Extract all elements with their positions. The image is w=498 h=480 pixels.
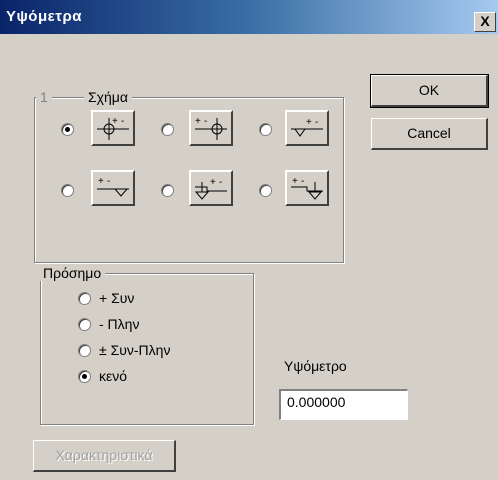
- title-bar: Υψόμετρα X: [0, 0, 498, 34]
- characteristics-label: Χαρακτηριστικά: [55, 447, 153, 463]
- minus-sign: -: [315, 117, 318, 128]
- shape-button-4[interactable]: + -: [91, 170, 135, 206]
- plus-minus-triangle-icon: + -: [97, 176, 129, 197]
- radio-selected-dot: [82, 374, 87, 379]
- sign-group-label: Πρόσημο: [39, 265, 106, 281]
- minus-sign: -: [121, 116, 124, 127]
- shape-radio-1[interactable]: [61, 123, 74, 136]
- ok-button[interactable]: OK: [370, 74, 489, 108]
- window-title: Υψόμετρα: [6, 8, 82, 25]
- cancel-label: Cancel: [407, 125, 451, 141]
- plus-sign: +: [210, 177, 216, 188]
- elevation-input[interactable]: 0.000000: [279, 389, 408, 420]
- sign-radio-empty[interactable]: [78, 370, 91, 383]
- ok-label: OK: [418, 82, 440, 98]
- shape-group-label: Σχήμα: [84, 89, 132, 105]
- elevation-label: Υψόμετρο: [284, 358, 347, 374]
- shape-button-5[interactable]: + -: [189, 170, 233, 206]
- shape-group-number: 1: [36, 89, 52, 105]
- shape-button-1[interactable]: + -: [91, 110, 135, 146]
- minus-sign: -: [107, 176, 110, 187]
- shape-button-3[interactable]: + -: [285, 110, 329, 146]
- step-triangle-right-icon: + -: [291, 176, 323, 200]
- sign-option-empty[interactable]: κενό: [99, 368, 127, 384]
- elevation-value: 0.000000: [287, 394, 346, 410]
- close-button[interactable]: X: [474, 12, 496, 32]
- shape-button-6[interactable]: + -: [285, 170, 329, 206]
- plus-sign: +: [195, 116, 201, 127]
- shape-button-2[interactable]: + -: [189, 110, 233, 146]
- step-triangle-icon: + -: [194, 177, 227, 200]
- sign-radio-plus-minus[interactable]: [78, 344, 91, 357]
- sign-radio-plus[interactable]: [78, 292, 91, 305]
- shape-radio-2[interactable]: [161, 123, 174, 136]
- plus-sign: +: [112, 116, 118, 127]
- radio-selected-dot: [65, 127, 70, 132]
- shape-radio-4[interactable]: [61, 184, 74, 197]
- sign-option-plus[interactable]: + Συν: [99, 290, 134, 306]
- minus-sign: -: [301, 176, 304, 187]
- plus-sign: +: [98, 176, 104, 187]
- crosshair-plus-minus-icon: + -: [97, 116, 129, 140]
- minus-sign: -: [219, 177, 222, 188]
- plus-minus-crosshair-icon: + -: [195, 116, 227, 140]
- close-icon: X: [480, 13, 490, 29]
- sign-option-plus-minus[interactable]: ± Συν-Πλην: [99, 342, 170, 358]
- characteristics-button[interactable]: Χαρακτηριστικά: [33, 440, 176, 472]
- shape-radio-5[interactable]: [161, 184, 174, 197]
- sign-radio-minus[interactable]: [78, 318, 91, 331]
- triangle-plus-minus-icon: + -: [291, 117, 323, 137]
- shape-radio-6[interactable]: [259, 184, 272, 197]
- shape-radio-3[interactable]: [259, 123, 272, 136]
- plus-sign: +: [292, 176, 298, 187]
- cancel-button[interactable]: Cancel: [371, 118, 488, 150]
- sign-option-minus[interactable]: - Πλην: [99, 316, 139, 332]
- minus-sign: -: [204, 116, 207, 127]
- plus-sign: +: [306, 117, 312, 128]
